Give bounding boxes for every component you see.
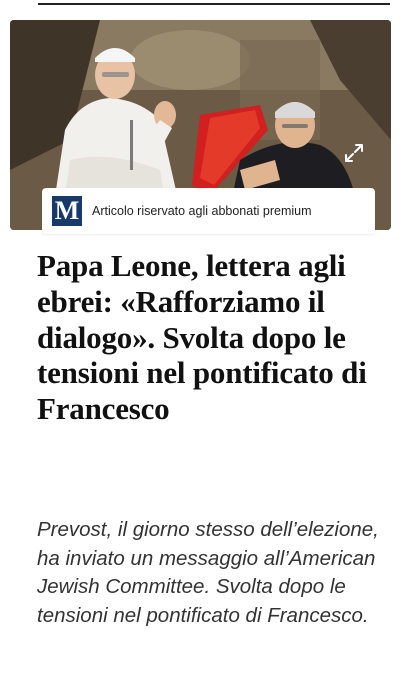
article-headline: Papa Leone, lettera agli ebrei: «Rafforz… — [37, 248, 367, 427]
newspaper-logo: M — [52, 196, 82, 226]
premium-label: Articolo riservato agli abbonati premium — [92, 204, 312, 218]
article-subheadline: Prevost, il giorno stesso dell’elezione,… — [37, 518, 379, 627]
expand-image-button[interactable] — [339, 138, 369, 168]
expand-icon — [345, 144, 363, 162]
logo-letter: M — [54, 196, 80, 225]
top-divider — [38, 3, 390, 5]
premium-banner[interactable]: M Articolo riservato agli abbonati premi… — [42, 188, 375, 234]
